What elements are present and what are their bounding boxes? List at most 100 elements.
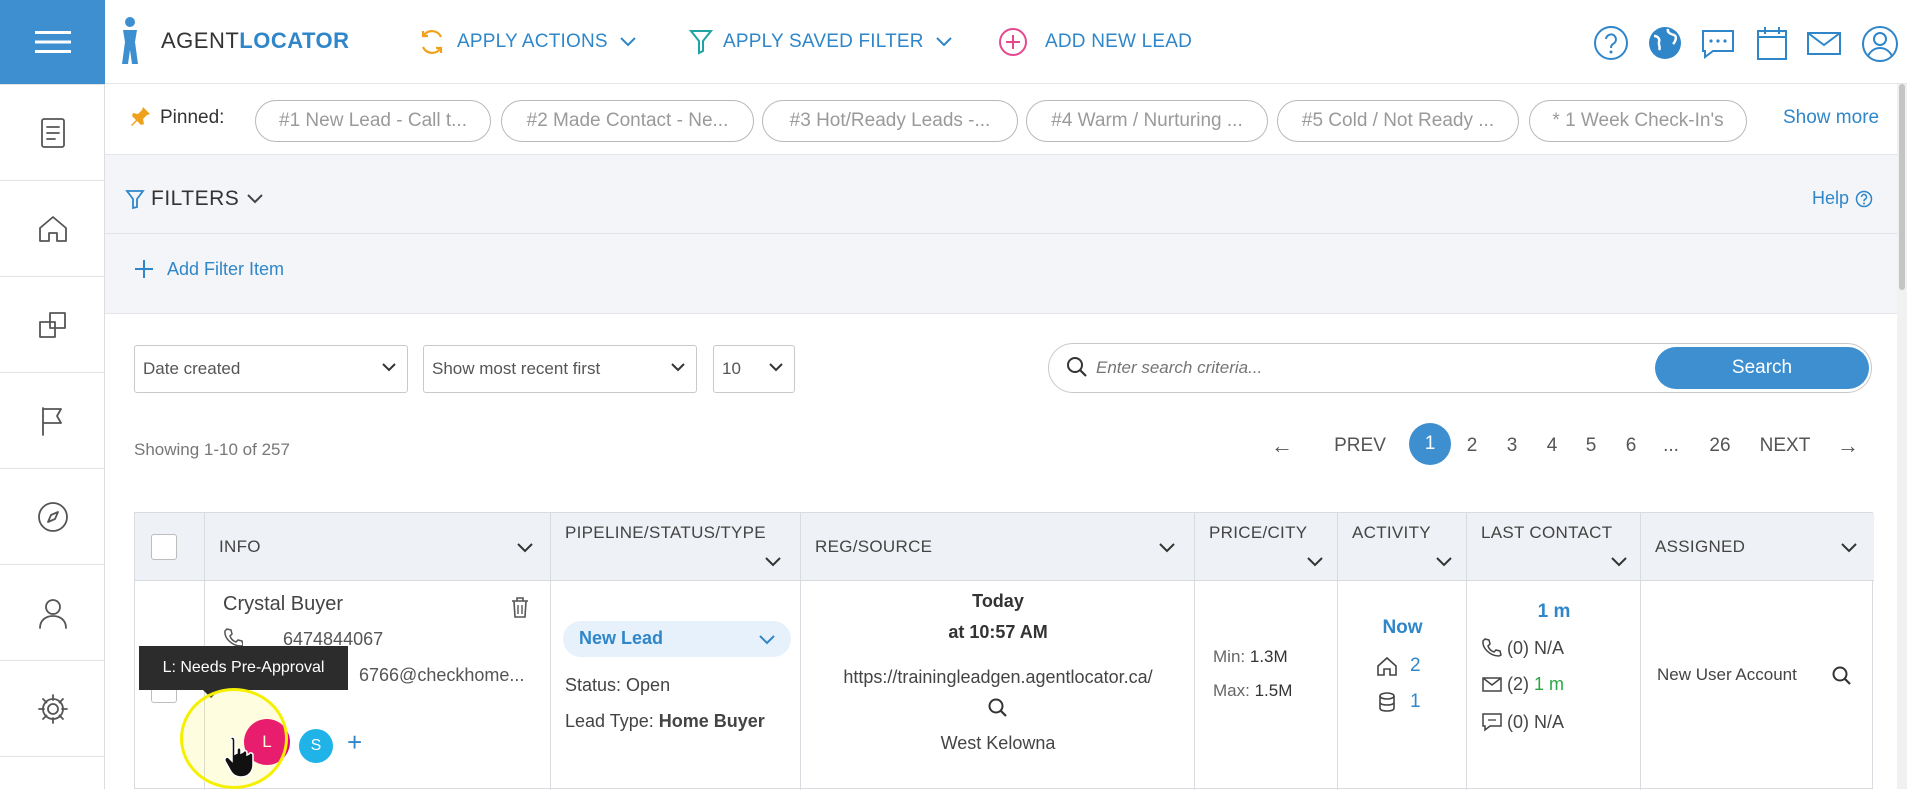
header-assigned[interactable]: ASSIGNED: [1641, 513, 1874, 581]
calendar-button[interactable]: [1753, 24, 1791, 62]
mail-icon: [1807, 32, 1841, 55]
page-6[interactable]: 6: [1618, 428, 1644, 464]
pinned-filter-6[interactable]: * 1 Week Check-In's: [1529, 100, 1747, 142]
show-more-link[interactable]: Show more: [1783, 107, 1879, 129]
page-size-select[interactable]: 10: [713, 345, 795, 393]
rail-documents[interactable]: [0, 84, 105, 180]
page-4[interactable]: 4: [1539, 428, 1565, 464]
filter-icon: [689, 30, 713, 55]
last-contact-time: 1 m: [1537, 601, 1571, 622]
search-button[interactable]: Search: [1655, 347, 1869, 389]
next-arrow[interactable]: →: [1830, 428, 1866, 464]
globe-button[interactable]: [1646, 24, 1684, 62]
emails-time: 1 m: [1534, 674, 1565, 694]
assigned-user[interactable]: New User Account: [1657, 665, 1797, 685]
header-pipeline[interactable]: PIPELINE/STATUS/TYPE: [551, 513, 801, 581]
prev-button[interactable]: PREV: [1330, 428, 1390, 464]
rail-listings[interactable]: [0, 276, 105, 372]
pipeline-cell: New Lead Status: Open Lead Type: Home Bu…: [551, 581, 801, 790]
add-filter-item-button[interactable]: Add Filter Item: [133, 258, 284, 280]
rail-explore[interactable]: [0, 468, 105, 564]
add-filter-item-label: Add Filter Item: [167, 258, 285, 279]
chevron-down-icon: [765, 557, 781, 567]
chat-button[interactable]: [1699, 24, 1737, 62]
rail-more[interactable]: [0, 756, 105, 789]
add-tag-button[interactable]: +: [347, 727, 362, 758]
agentlocator-logo[interactable]: [117, 14, 145, 66]
page-5[interactable]: 5: [1578, 428, 1604, 464]
price-city-cell: Min: 1.3M Max: 1.5M: [1195, 581, 1338, 790]
sort-order-value: Show most recent first: [432, 359, 601, 378]
logo-agent: AGENT: [161, 28, 240, 53]
trash-icon[interactable]: [509, 595, 531, 619]
prev-arrow[interactable]: ←: [1264, 428, 1300, 464]
header-info[interactable]: INFO: [205, 513, 551, 581]
page-2[interactable]: 2: [1459, 428, 1485, 464]
search-icon[interactable]: [1831, 665, 1853, 687]
add-new-lead-button[interactable]: ADD NEW LEAD: [997, 26, 1192, 58]
search-input[interactable]: [1096, 352, 1636, 384]
filter-icon: [125, 190, 145, 210]
header-last-contact[interactable]: LAST CONTACT: [1467, 513, 1641, 581]
pinned-filter-4[interactable]: #4 Warm / Nurturing ...: [1026, 100, 1268, 142]
status-label: Status:: [565, 675, 622, 695]
lead-email[interactable]: 6766@checkhome...: [359, 665, 524, 686]
source-url[interactable]: https://trainingleadgen.agentlocator.ca/: [801, 667, 1195, 688]
apply-saved-filter-button[interactable]: APPLY SAVED FILTER: [689, 26, 954, 58]
apply-saved-filter-label: APPLY SAVED FILTER: [723, 31, 924, 52]
search-icon[interactable]: [987, 697, 1009, 719]
sort-order-select[interactable]: Show most recent first: [423, 345, 697, 393]
pin-icon: [130, 105, 152, 127]
logo-icon: [122, 17, 138, 64]
pinned-filter-5[interactable]: #5 Cold / Not Ready ...: [1277, 100, 1519, 142]
scrollbar-track[interactable]: [1897, 84, 1907, 789]
copy-icon: [38, 311, 66, 338]
filters-toggle[interactable]: FILTERS: [125, 187, 265, 211]
header-activity[interactable]: ACTIVITY: [1338, 513, 1467, 581]
lead-name[interactable]: Crystal Buyer: [223, 593, 343, 616]
tag-s-badge[interactable]: S: [299, 729, 333, 763]
page-3[interactable]: 3: [1499, 428, 1525, 464]
header-price-city[interactable]: PRICE/CITY: [1195, 513, 1338, 581]
logo-text: AGENTLOCATOR: [161, 28, 350, 54]
emails-line: (2) 1 m: [1507, 674, 1564, 695]
search-icon: [1066, 356, 1088, 378]
activity-homes[interactable]: 2: [1410, 655, 1421, 677]
next-button[interactable]: NEXT: [1755, 428, 1815, 464]
help-button[interactable]: [1592, 24, 1630, 62]
activity-time[interactable]: Now: [1338, 617, 1467, 639]
apply-actions-button[interactable]: APPLY ACTIONS: [417, 26, 638, 58]
lead-type-line: Lead Type: Home Buyer: [565, 711, 765, 732]
rail-goals[interactable]: [0, 372, 105, 468]
rail-contacts[interactable]: [0, 564, 105, 660]
compass-icon: [37, 501, 68, 532]
activity-db[interactable]: 1: [1410, 691, 1421, 713]
plus-circle-icon: [999, 28, 1027, 56]
showing-count: Showing 1-10 of 257: [134, 440, 290, 459]
gear-icon: [37, 693, 68, 724]
pipeline-select[interactable]: New Lead: [563, 621, 791, 657]
select-all-checkbox[interactable]: [151, 534, 177, 560]
account-button[interactable]: [1860, 24, 1898, 62]
pinned-filter-1[interactable]: #1 New Lead - Call t...: [255, 100, 491, 142]
menu-button[interactable]: [0, 0, 105, 84]
page-26[interactable]: 26: [1702, 428, 1738, 464]
help-link[interactable]: Help: [1812, 188, 1873, 209]
header-reg-source[interactable]: REG/SOURCE: [801, 513, 1195, 581]
pinned-filter-2[interactable]: #2 Made Contact - Ne...: [501, 100, 754, 142]
divider: [105, 233, 1907, 234]
left-rail: [0, 0, 105, 789]
sort-field-select[interactable]: Date created: [134, 345, 408, 393]
reg-time: at 10:57 AM: [948, 622, 1048, 642]
pinned-filter-3[interactable]: #3 Hot/Ready Leads -...: [762, 100, 1018, 142]
rail-settings[interactable]: [0, 660, 105, 756]
rail-home[interactable]: [0, 180, 105, 276]
page-ellipsis: ...: [1663, 435, 1679, 456]
reg-source-cell: Today at 10:57 AM https://trainingleadge…: [801, 581, 1195, 790]
mail-button[interactable]: [1805, 24, 1843, 62]
min-value: 1.3M: [1249, 647, 1288, 666]
page-1[interactable]: 1: [1409, 423, 1451, 465]
document-icon: [40, 117, 65, 148]
scrollbar-thumb[interactable]: [1899, 84, 1905, 290]
calls-count: (0) N/A: [1507, 638, 1565, 658]
